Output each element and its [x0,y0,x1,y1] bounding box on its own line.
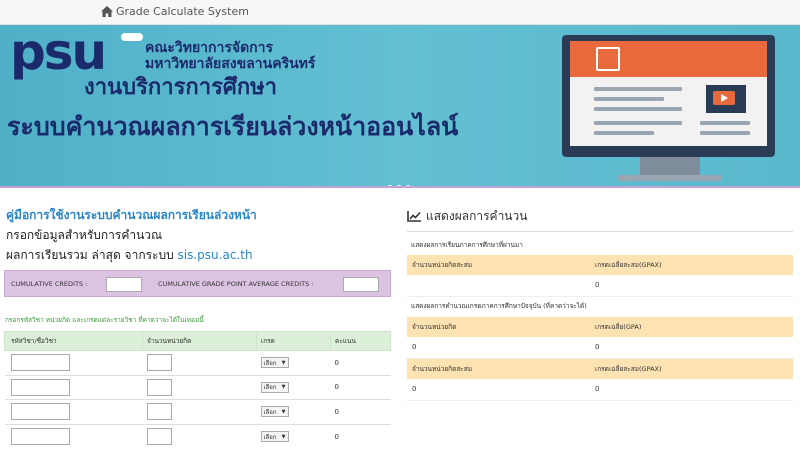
credits-input[interactable] [146,378,172,396]
previous-semester-label: แสดงผลการเรียนภาคการศึกษาที่ผ่านมา [411,241,523,249]
grade-select-value: เลือก [263,408,277,416]
text-line [594,107,682,111]
header-gpax: เกรดเฉลี่ยสะสม(GPAX) [590,359,793,379]
monitor-stand [640,157,700,177]
current-results-table: จำนวนหน่วยกิต เกรดเฉลี่ย(GPA) 0 0 [407,317,793,359]
results-row: 0 0 [407,379,793,401]
cumulative-gpa-label: CUMULATIVE GRADE POINT AVERAGE CREDITS : [158,280,314,288]
latest-results-text: ผลการเรียนรวม ล่าสุด จากระบบ sis.psu.ac.… [6,246,253,265]
carousel-indicators [387,185,411,186]
carousel-dot-1[interactable] [387,185,393,186]
play-icon [713,91,735,105]
grade-select-value: เลือก [263,384,277,392]
dropdown-arrow-icon: ▼ [281,408,286,415]
grade-select[interactable]: เลือก ▼ [260,357,289,369]
text-line [594,87,682,91]
header-cumulative-credits: จำนวนหน่วยกิตสะสม [407,359,590,379]
gpax-value: 0 [590,379,793,401]
grade-select-value: เลือก [263,433,277,441]
results-header-row: จำนวนหน่วยกิตสะสม เกรดเฉลี่ยสะสม(GPAX) [407,255,793,275]
results-title: แสดงผลการคำนวน [407,207,527,226]
banner-carousel: psu คณะวิทยาการจัดการ มหาวิทยาลัยสงขลานค… [0,25,800,188]
current-semester-label: แสดงผลการคำนวณเกรดภาคการศึกษาปัจจุบัน (ท… [411,302,587,310]
header-score: คะแนน [330,331,391,351]
grade-select[interactable]: เลือก ▼ [260,381,289,393]
course-code-input[interactable] [10,428,70,445]
text-line [594,121,682,125]
text-line [700,121,750,125]
results-title-label: แสดงผลการคำนวน [426,209,528,223]
table-row: เลือก ▼ 0 [4,399,391,424]
service-name: งานบริการการศึกษา [84,75,278,100]
cumulative-credits-value: 0 [407,379,590,401]
score-value: 0 [330,399,391,424]
results-row: 0 0 [407,337,793,359]
credits-input[interactable] [146,428,172,445]
new-cumulative-table: จำนวนหน่วยกิตสะสม เกรดเฉลี่ยสะสม(GPAX) 0… [407,359,793,401]
text-line [594,131,654,135]
monitor-illustration [562,35,775,157]
grade-table: รหัสวิชา/ชื่อวิชา จำนวนหน่วยกิต เกรด คะแ… [4,331,391,449]
score-value: 0 [330,423,391,449]
credits-input[interactable] [146,403,172,421]
table-row: เลือก ▼ 0 [4,350,391,375]
course-code-input[interactable] [10,354,70,372]
latest-prefix: ผลการเรียนรวม ล่าสุด จากระบบ [6,248,178,262]
results-header-row: จำนวนหน่วยกิตสะสม เกรดเฉลี่ยสะสม(GPAX) [407,359,793,379]
logo-accent [121,33,143,41]
previous-results-table: จำนวนหน่วยกิตสะสม เกรดเฉลี่ยสะสม(GPAX) 0 [407,255,793,297]
header-credits: จำนวนหน่วยกิต [407,317,590,337]
box-icon [596,47,620,71]
text-line [700,131,750,135]
dropdown-arrow-icon: ▼ [281,384,286,391]
manual-link[interactable]: คู่มือการใช้งานระบบคำนวณผลการเรียนล่วงหน… [6,206,257,225]
score-value: 0 [330,350,391,375]
carousel-dot-2[interactable] [396,185,402,186]
line-chart-icon [407,211,421,222]
sis-link[interactable]: sis.psu.ac.th [178,248,253,262]
course-code-input[interactable] [10,378,70,396]
course-code-input[interactable] [10,403,70,421]
fill-data-text: กรอกข้อมูลสำหรับการคำนวณ [6,228,163,242]
instruction-text: กรอกรหัสวิชา หน่วยกิต และเกรดแต่ละรายวิช… [5,316,204,324]
results-header-row: จำนวนหน่วยกิต เกรดเฉลี่ย(GPA) [407,317,793,337]
dropdown-arrow-icon: ▼ [281,433,286,440]
header-gpax: เกรดเฉลี่ยสะสม(GPAX) [590,255,793,275]
grade-select[interactable]: เลือก ▼ [260,431,289,442]
monitor-screen [570,41,767,146]
grade-select-value: เลือก [263,359,277,367]
cumulative-credits-label: CUMULATIVE CREDITS : [11,280,88,288]
table-row: เลือก ▼ 0 [4,374,391,400]
credits-value: 0 [407,337,590,359]
navbar: Grade Calculate System [0,0,800,25]
brand-label: Grade Calculate System [116,5,249,18]
gpa-value: 0 [590,337,793,359]
results-row: 0 [407,275,793,297]
header-gpa: เกรดเฉลี่ย(GPA) [590,317,793,337]
header-code: รหัสวิชา/ชื่อวิชา [4,331,143,351]
home-icon [101,6,113,17]
cumulative-credits-value [407,275,590,297]
carousel-dot-3[interactable] [405,185,411,186]
score-value: 0 [330,374,391,400]
cumulative-credits-input[interactable] [106,277,142,292]
header-grade: เกรด [256,331,331,351]
brand-link[interactable]: Grade Calculate System [101,5,249,18]
text-line [594,97,664,101]
cumulative-gpa-input[interactable] [343,277,379,292]
screen-header [570,41,767,77]
credits-input[interactable] [146,354,172,372]
banner-title: ระบบคำนวณผลการเรียนล่วงหน้าออนไลน์ [7,112,459,141]
header-cumulative-credits: จำนวนหน่วยกิตสะสม [407,255,590,275]
monitor-base [618,175,722,181]
divider [407,231,793,232]
table-row: เลือก ▼ 0 [4,423,391,449]
gpax-value: 0 [590,275,793,297]
cumulative-bar: CUMULATIVE CREDITS : CUMULATIVE GRADE PO… [4,270,391,297]
dropdown-arrow-icon: ▼ [281,359,286,366]
table-header-row: รหัสวิชา/ชื่อวิชา จำนวนหน่วยกิต เกรด คะแ… [4,331,391,351]
header-credits: จำนวนหน่วยกิต [142,331,257,351]
grade-select[interactable]: เลือก ▼ [260,406,289,418]
